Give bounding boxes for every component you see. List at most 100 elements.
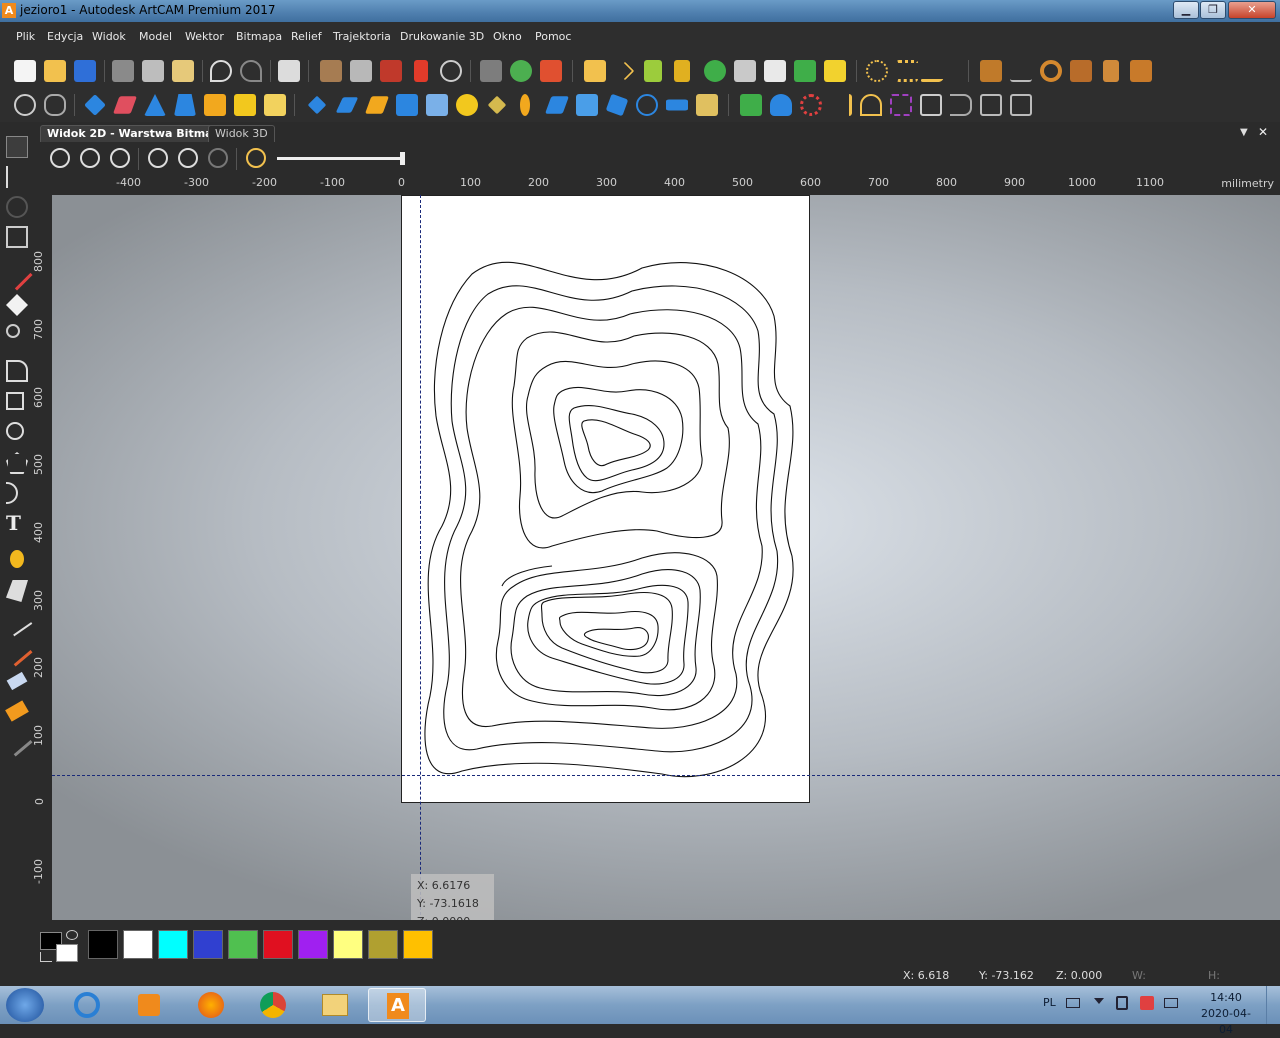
relief-cluster-icon[interactable]: [510, 60, 532, 82]
tab-3d-view[interactable]: Widok 3D: [208, 125, 275, 142]
green-tiles-icon[interactable]: [794, 60, 816, 82]
ellipse-icon[interactable]: [6, 422, 24, 440]
drawing-canvas[interactable]: [52, 195, 1280, 920]
zoom-slider-thumb[interactable]: [400, 152, 405, 165]
zoom-previous-icon[interactable]: [110, 148, 130, 168]
swap-colors-icon[interactable]: [66, 930, 78, 940]
relief-bend-icon[interactable]: [576, 94, 598, 116]
start-button-icon[interactable]: [6, 988, 44, 1022]
toolpath-icon[interactable]: [980, 60, 1002, 82]
curve-icon[interactable]: [674, 60, 690, 82]
zoom-fit-icon[interactable]: [178, 148, 198, 168]
menu-trajektoria[interactable]: Trajektoria: [333, 30, 391, 43]
eraser-relief-icon[interactable]: [112, 96, 138, 114]
relief-smooth-icon[interactable]: [487, 95, 507, 115]
relief-red-dot-icon[interactable]: [456, 94, 478, 116]
redo-icon[interactable]: [240, 60, 262, 82]
zoom-in-icon[interactable]: [50, 148, 70, 168]
maximize-button[interactable]: ❐: [1200, 1, 1226, 19]
zoom-disabled-icon[interactable]: [208, 148, 228, 168]
polyline-icon[interactable]: [919, 60, 955, 82]
contour-vectors[interactable]: [402, 196, 809, 802]
chrome-icon[interactable]: [244, 988, 302, 1022]
zoom-actual-size-icon[interactable]: [148, 148, 168, 168]
palette-swatch-purple[interactable]: [298, 930, 328, 959]
pencil-icon[interactable]: [1, 259, 33, 291]
red-ring-icon[interactable]: [800, 94, 822, 116]
relief-subtract-icon[interactable]: [335, 97, 359, 113]
relief-tilt-icon[interactable]: [605, 93, 629, 117]
secondary-color-swatch[interactable]: [56, 944, 78, 962]
frame-icon[interactable]: [764, 60, 786, 82]
overlap-shapes-icon[interactable]: [920, 94, 942, 116]
mesh-grid-icon[interactable]: [6, 226, 28, 248]
document-properties-icon[interactable]: [278, 60, 300, 82]
layers-stack-icon[interactable]: [734, 60, 756, 82]
relief-settings-icon[interactable]: [44, 94, 66, 116]
media-player-icon[interactable]: [120, 988, 178, 1022]
relief-small-icon[interactable]: [520, 94, 530, 116]
internet-explorer-icon[interactable]: [58, 988, 116, 1022]
menu-relief[interactable]: Relief: [291, 30, 322, 43]
vertical-guide-line[interactable]: [420, 195, 421, 920]
profile-path-icon[interactable]: [1010, 60, 1032, 82]
file-explorer-icon[interactable]: [306, 988, 364, 1022]
yellow-stack-icon[interactable]: [234, 94, 256, 116]
palette-swatch-olive[interactable]: [368, 930, 398, 959]
new-file-icon[interactable]: [14, 60, 36, 82]
taskbar-clock[interactable]: 14:40 2020-04-04: [1196, 990, 1256, 1038]
model-sheet[interactable]: [401, 195, 810, 803]
cylinder-toolpath-icon[interactable]: [1103, 60, 1119, 82]
yellow-relief-icon[interactable]: [824, 60, 846, 82]
menu-edycja[interactable]: Edycja: [47, 30, 83, 43]
chevron-vector-icon[interactable]: [615, 61, 635, 81]
relief-scale-icon[interactable]: [544, 96, 570, 114]
measure-icon[interactable]: [440, 60, 462, 82]
menu-widok[interactable]: Widok: [92, 30, 126, 43]
firefox-icon[interactable]: [182, 988, 240, 1022]
tab-2d-bitmap-layer[interactable]: Widok 2D - Warstwa Bitmapy: [40, 125, 235, 142]
relief-layer-icon[interactable]: [396, 94, 418, 116]
zoom-slider-track[interactable]: [277, 157, 403, 160]
relief-merge-icon[interactable]: [364, 96, 390, 114]
blue-diamond-icon[interactable]: [84, 94, 106, 116]
menu-pomoc[interactable]: Pomoc: [535, 30, 571, 43]
vector-red-icon[interactable]: [414, 60, 428, 82]
rectangle-icon[interactable]: [6, 392, 24, 410]
close-window-button[interactable]: ✕: [1228, 1, 1276, 19]
blue-pyramid-icon[interactable]: [144, 94, 166, 116]
undo-icon[interactable]: [210, 60, 232, 82]
split-arrow-icon[interactable]: [830, 94, 852, 116]
blue-blob-icon[interactable]: [770, 94, 792, 116]
node-edit-icon[interactable]: [644, 60, 662, 82]
cut-path-icon[interactable]: [1130, 60, 1152, 82]
palette-swatch-red[interactable]: [263, 930, 293, 959]
menu-okno[interactable]: Okno: [493, 30, 522, 43]
texture-grid-icon[interactable]: [204, 94, 226, 116]
open-folder-icon[interactable]: [44, 60, 66, 82]
show-hidden-icons-icon[interactable]: [1094, 998, 1104, 1008]
copy-icon[interactable]: [142, 60, 164, 82]
smudge-icon[interactable]: [1, 725, 33, 757]
add-green-icon[interactable]: [740, 94, 762, 116]
tab-close-icon[interactable]: ✕: [1258, 125, 1268, 139]
volume-icon[interactable]: [1116, 996, 1128, 1010]
center-rect-icon[interactable]: [1010, 94, 1032, 116]
rounded-rect-icon[interactable]: [980, 94, 1002, 116]
text-tool-icon[interactable]: T: [6, 512, 28, 534]
palette-swatch-white[interactable]: [123, 930, 153, 959]
yellow-star-icon[interactable]: [264, 94, 286, 116]
grid-tiles-icon[interactable]: [380, 60, 402, 82]
polygon-icon[interactable]: [6, 452, 28, 474]
menu-plik[interactable]: Plik: [16, 30, 35, 43]
zoom-star-icon[interactable]: [246, 148, 266, 168]
artcam-taskbar-icon[interactable]: A: [368, 988, 426, 1022]
folder-star-icon[interactable]: [584, 60, 606, 82]
color-blocks-icon[interactable]: [540, 60, 562, 82]
relief-spin-icon[interactable]: [636, 94, 658, 116]
cut-icon[interactable]: [112, 60, 134, 82]
relief-stack-icon[interactable]: [696, 94, 718, 116]
eraser-icon[interactable]: [6, 294, 28, 316]
palette-swatch-light-yellow[interactable]: [333, 930, 363, 959]
minimize-button[interactable]: ▁: [1173, 1, 1199, 19]
